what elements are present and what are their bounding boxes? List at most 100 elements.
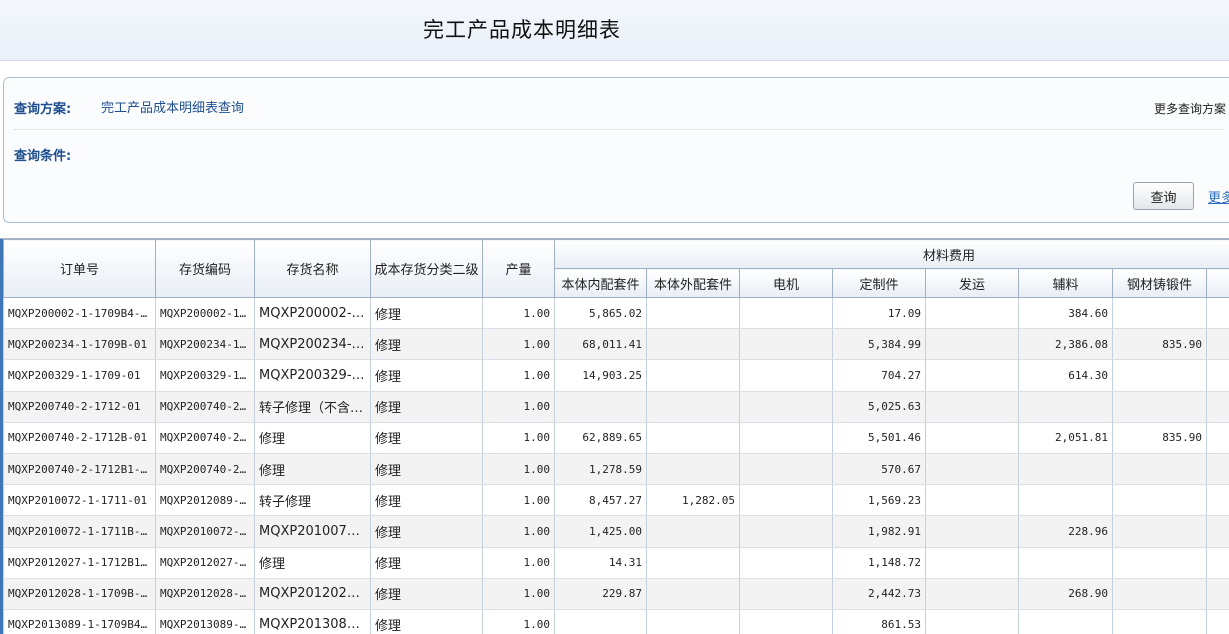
cell-custom: 861.53 <box>832 609 926 634</box>
cell-inner-kit <box>554 391 647 423</box>
cell-custom: 5,025.63 <box>832 391 926 423</box>
cell-outer-kit <box>646 547 740 579</box>
cell-inv-code: MQXP200002-1… <box>155 297 255 330</box>
cell-aux: 2,051.81 <box>1018 422 1113 454</box>
cell-outer-kit <box>646 297 740 330</box>
cell-category: 修理 <box>370 453 483 486</box>
cell-custom: 570.67 <box>832 453 926 486</box>
cell-shipping <box>925 609 1019 634</box>
cell-inner-kit: 8,457.27 <box>554 484 647 517</box>
cell-motor <box>739 422 833 454</box>
col-header-custom[interactable]: 定制件 <box>832 268 926 298</box>
cell-overflow <box>1206 297 1229 330</box>
cell-aux: 268.90 <box>1018 578 1113 610</box>
cell-inv-code: MQXP2012028-… <box>155 578 255 610</box>
cell-outer-kit <box>646 453 740 486</box>
cell-order-no: MQXP200002-1-1709B4-01 <box>3 297 156 330</box>
cell-inv-code: MQXP200740-2… <box>155 391 255 423</box>
cell-steel <box>1112 515 1207 548</box>
table-row[interactable]: MQXP2013089-1-1709B4… MQXP2013089-… MQXP20… <box>3 609 1229 634</box>
query-plan-label: 查询方案: <box>14 102 72 117</box>
table-row[interactable]: MQXP2010072-1-1711-01 MQXP2012089-… 转子修理 修理… <box>3 484 1229 517</box>
cell-aux: 614.30 <box>1018 359 1113 392</box>
cell-inv-code: MQXP2012027-… <box>155 547 255 579</box>
col-header-motor[interactable]: 电机 <box>739 268 833 298</box>
more-query-plans-link[interactable]: 更多查询方案 <box>1154 100 1226 117</box>
cell-qty: 1.00 <box>482 484 555 517</box>
cell-qty: 1.00 <box>482 547 555 579</box>
cell-inv-code: MQXP200329-1… <box>155 359 255 392</box>
cell-inner-kit: 5,865.02 <box>554 297 647 330</box>
cell-aux: 2,386.08 <box>1018 328 1113 361</box>
cell-inv-code: MQXP2010072-… <box>155 515 255 548</box>
cell-shipping <box>925 484 1019 517</box>
cell-steel <box>1112 547 1207 579</box>
cell-overflow <box>1206 359 1229 392</box>
cell-order-no: MQXP2010072-1-1711B-01 <box>3 515 156 548</box>
table-row[interactable]: MQXP2010072-1-1711B-01 MQXP2010072-… MQXP2… <box>3 515 1229 548</box>
col-header-category[interactable]: 成本存货分类二级 <box>370 239 483 298</box>
cell-qty: 1.00 <box>482 578 555 610</box>
cell-inner-kit: 1,278.59 <box>554 453 647 486</box>
cell-aux: 384.60 <box>1018 297 1113 330</box>
cell-shipping <box>925 422 1019 454</box>
cell-category: 修理 <box>370 578 483 610</box>
cell-custom: 2,442.73 <box>832 578 926 610</box>
page-title: 完工产品成本明细表 <box>423 18 621 42</box>
cell-category: 修理 <box>370 297 483 330</box>
table-row[interactable]: MQXP2012027-1-1712B1… MQXP2012027-… 修理 修理 1.… <box>3 547 1229 579</box>
cell-order-no: MQXP2012027-1-1712B1… <box>3 547 156 579</box>
cell-aux <box>1018 391 1113 423</box>
cell-qty: 1.00 <box>482 391 555 423</box>
cell-qty: 1.00 <box>482 328 555 361</box>
cell-steel <box>1112 297 1207 330</box>
cell-inv-name: MQXP200329-1-17… <box>254 359 371 392</box>
table-row[interactable]: MQXP2012028-1-1709B-01 MQXP2012028-… MQXP2… <box>3 578 1229 610</box>
cell-custom: 5,384.99 <box>832 328 926 361</box>
query-plan-value[interactable]: 完工产品成本明细表查询 <box>101 97 244 116</box>
cell-aux <box>1018 609 1113 634</box>
table-row[interactable]: MQXP200740-2-1712B-01 MQXP200740-2… 修理 修理 1.… <box>3 422 1229 454</box>
col-header-aux[interactable]: 辅料 <box>1018 268 1113 298</box>
cell-motor <box>739 359 833 392</box>
cell-outer-kit <box>646 328 740 361</box>
cell-shipping <box>925 578 1019 610</box>
table-row[interactable]: MQXP200329-1-1709-01 MQXP200329-1… MQXP200… <box>3 359 1229 392</box>
cell-motor <box>739 453 833 486</box>
col-header-inv-code[interactable]: 存货编码 <box>155 239 255 298</box>
cell-steel <box>1112 609 1207 634</box>
col-header-shipping[interactable]: 发运 <box>925 268 1019 298</box>
cell-order-no: MQXP200740-2-1712B-01 <box>3 422 156 454</box>
col-header-order-no[interactable]: 订单号 <box>3 239 156 298</box>
col-header-steel[interactable]: 钢材铸锻件 <box>1112 268 1207 298</box>
col-header-qty[interactable]: 产量 <box>482 239 555 298</box>
cell-custom: 1,569.23 <box>832 484 926 517</box>
cell-custom: 704.27 <box>832 359 926 392</box>
cell-inv-name: MQXP200002-1-17… <box>254 297 371 330</box>
search-button[interactable]: 查询 <box>1133 182 1194 210</box>
cell-custom: 1,982.91 <box>832 515 926 548</box>
cell-motor <box>739 391 833 423</box>
cell-shipping <box>925 359 1019 392</box>
cell-order-no: MQXP2013089-1-1709B4… <box>3 609 156 634</box>
table-row[interactable]: MQXP200234-1-1709B-01 MQXP200234-1… MQXP20… <box>3 328 1229 361</box>
col-header-inv-name[interactable]: 存货名称 <box>254 239 371 298</box>
title-bar: 完工产品成本明细表 <box>0 0 1229 61</box>
cell-steel: 835.90 <box>1112 422 1207 454</box>
cell-inv-name: 转子修理（不含… <box>254 391 371 423</box>
col-header-inner-kit[interactable]: 本体内配套件 <box>554 268 647 298</box>
table-row[interactable]: MQXP200740-2-1712B1-01 MQXP200740-2… 修理 修理 1… <box>3 453 1229 486</box>
cell-shipping <box>925 515 1019 548</box>
cell-qty: 1.00 <box>482 453 555 486</box>
cell-qty: 1.00 <box>482 609 555 634</box>
more-link[interactable]: 更多 <box>1208 187 1229 206</box>
table-row[interactable]: MQXP200002-1-1709B4-01 MQXP200002-1… MQXP2… <box>3 297 1229 330</box>
cell-overflow <box>1206 391 1229 423</box>
cell-steel <box>1112 453 1207 486</box>
cell-aux: 228.96 <box>1018 515 1113 548</box>
cell-outer-kit <box>646 609 740 634</box>
col-header-outer-kit[interactable]: 本体外配套件 <box>646 268 740 298</box>
cell-inv-name: 修理 <box>254 547 371 579</box>
cell-overflow <box>1206 578 1229 610</box>
table-row[interactable]: MQXP200740-2-1712-01 MQXP200740-2… 转子修理（不含… <box>3 391 1229 423</box>
